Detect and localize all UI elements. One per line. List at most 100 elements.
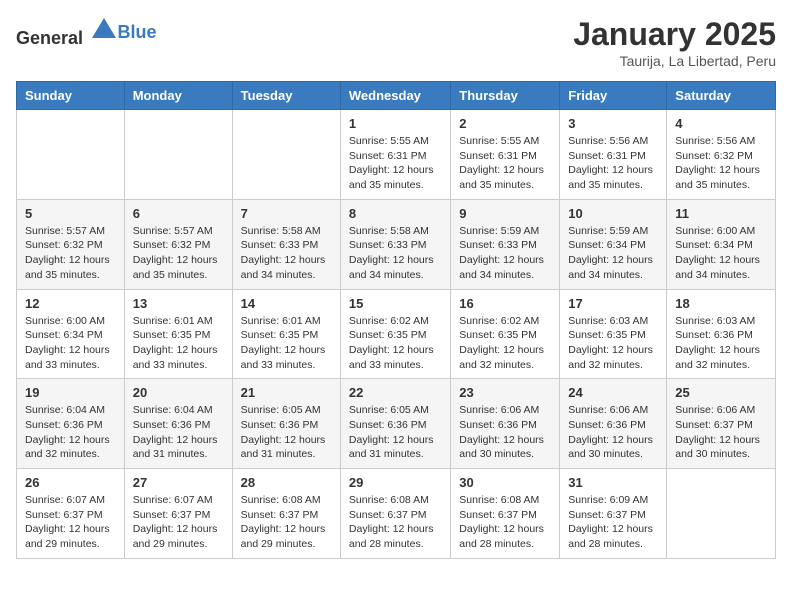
- calendar-cell: 13 Sunrise: 6:01 AM Sunset: 6:35 PM Dayli…: [124, 289, 232, 379]
- logo-icon: [90, 16, 118, 44]
- day-number: 5: [25, 206, 116, 221]
- day-info: Sunrise: 5:57 AM Sunset: 6:32 PM Dayligh…: [133, 224, 224, 283]
- calendar-cell: 11 Sunrise: 6:00 AM Sunset: 6:34 PM Dayli…: [667, 199, 776, 289]
- calendar-cell: 29 Sunrise: 6:08 AM Sunset: 6:37 PM Dayli…: [340, 469, 450, 559]
- day-info: Sunrise: 6:08 AM Sunset: 6:37 PM Dayligh…: [459, 493, 551, 552]
- calendar-cell: 17 Sunrise: 6:03 AM Sunset: 6:35 PM Dayli…: [560, 289, 667, 379]
- day-number: 30: [459, 475, 551, 490]
- day-number: 22: [349, 385, 442, 400]
- day-number: 13: [133, 296, 224, 311]
- calendar-cell: 27 Sunrise: 6:07 AM Sunset: 6:37 PM Dayli…: [124, 469, 232, 559]
- calendar-header-tuesday: Tuesday: [232, 82, 340, 110]
- day-info: Sunrise: 5:59 AM Sunset: 6:33 PM Dayligh…: [459, 224, 551, 283]
- day-info: Sunrise: 6:04 AM Sunset: 6:36 PM Dayligh…: [133, 403, 224, 462]
- title-block: January 2025 Taurija, La Libertad, Peru: [573, 16, 776, 69]
- day-info: Sunrise: 6:04 AM Sunset: 6:36 PM Dayligh…: [25, 403, 116, 462]
- day-number: 10: [568, 206, 658, 221]
- day-info: Sunrise: 6:03 AM Sunset: 6:35 PM Dayligh…: [568, 314, 658, 373]
- calendar-header-friday: Friday: [560, 82, 667, 110]
- calendar-week-row: 5 Sunrise: 5:57 AM Sunset: 6:32 PM Daylig…: [17, 199, 776, 289]
- calendar-cell: 2 Sunrise: 5:55 AM Sunset: 6:31 PM Daylig…: [451, 110, 560, 200]
- day-number: 11: [675, 206, 767, 221]
- day-info: Sunrise: 6:05 AM Sunset: 6:36 PM Dayligh…: [349, 403, 442, 462]
- day-number: 23: [459, 385, 551, 400]
- calendar-cell: 6Sunrise: 5:57 AM Sunset: 6:32 PM Daylig…: [124, 199, 232, 289]
- day-info: Sunrise: 6:02 AM Sunset: 6:35 PM Dayligh…: [459, 314, 551, 373]
- day-info: Sunrise: 6:06 AM Sunset: 6:37 PM Dayligh…: [675, 403, 767, 462]
- day-number: 14: [241, 296, 332, 311]
- day-number: 1: [349, 116, 442, 131]
- day-info: Sunrise: 6:07 AM Sunset: 6:37 PM Dayligh…: [133, 493, 224, 552]
- day-number: 26: [25, 475, 116, 490]
- day-info: Sunrise: 5:55 AM Sunset: 6:31 PM Dayligh…: [459, 134, 551, 193]
- day-info: Sunrise: 6:06 AM Sunset: 6:36 PM Dayligh…: [459, 403, 551, 462]
- day-number: 24: [568, 385, 658, 400]
- day-info: Sunrise: 6:00 AM Sunset: 6:34 PM Dayligh…: [675, 224, 767, 283]
- day-number: 15: [349, 296, 442, 311]
- calendar-header-row: SundayMondayTuesdayWednesdayThursdayFrid…: [17, 82, 776, 110]
- calendar-table: SundayMondayTuesdayWednesdayThursdayFrid…: [16, 81, 776, 559]
- day-number: 8: [349, 206, 442, 221]
- day-info: Sunrise: 6:03 AM Sunset: 6:36 PM Dayligh…: [675, 314, 767, 373]
- logo: General Blue: [16, 16, 157, 49]
- calendar-cell: 1 Sunrise: 5:55 AM Sunset: 6:31 PM Daylig…: [340, 110, 450, 200]
- calendar-cell: 15 Sunrise: 6:02 AM Sunset: 6:35 PM Dayli…: [340, 289, 450, 379]
- day-number: 27: [133, 475, 224, 490]
- day-number: 3: [568, 116, 658, 131]
- calendar-cell: 9 Sunrise: 5:59 AM Sunset: 6:33 PM Daylig…: [451, 199, 560, 289]
- day-info: Sunrise: 5:57 AM Sunset: 6:32 PM Dayligh…: [25, 224, 116, 283]
- calendar-header-monday: Monday: [124, 82, 232, 110]
- day-number: 31: [568, 475, 658, 490]
- calendar-cell: 28 Sunrise: 6:08 AM Sunset: 6:37 PM Dayli…: [232, 469, 340, 559]
- day-number: 17: [568, 296, 658, 311]
- calendar-cell: [17, 110, 125, 200]
- day-info: Sunrise: 6:05 AM Sunset: 6:36 PM Dayligh…: [241, 403, 332, 462]
- calendar-cell: 31 Sunrise: 6:09 AM Sunset: 6:37 PM Dayli…: [560, 469, 667, 559]
- calendar-cell: 19Sunrise: 6:04 AM Sunset: 6:36 PM Dayli…: [17, 379, 125, 469]
- calendar-cell: 5 Sunrise: 5:57 AM Sunset: 6:32 PM Daylig…: [17, 199, 125, 289]
- calendar-cell: 23 Sunrise: 6:06 AM Sunset: 6:36 PM Dayli…: [451, 379, 560, 469]
- calendar-cell: 12Sunrise: 6:00 AM Sunset: 6:34 PM Dayli…: [17, 289, 125, 379]
- calendar-cell: 26 Sunrise: 6:07 AM Sunset: 6:37 PM Dayli…: [17, 469, 125, 559]
- logo-text-general: General: [16, 28, 83, 48]
- day-info: Sunrise: 6:09 AM Sunset: 6:37 PM Dayligh…: [568, 493, 658, 552]
- calendar-cell: 22 Sunrise: 6:05 AM Sunset: 6:36 PM Dayli…: [340, 379, 450, 469]
- day-number: 9: [459, 206, 551, 221]
- day-info: Sunrise: 5:58 AM Sunset: 6:33 PM Dayligh…: [349, 224, 442, 283]
- calendar-cell: 7Sunrise: 5:58 AM Sunset: 6:33 PM Daylig…: [232, 199, 340, 289]
- calendar-cell: 24 Sunrise: 6:06 AM Sunset: 6:36 PM Dayli…: [560, 379, 667, 469]
- calendar-week-row: 19Sunrise: 6:04 AM Sunset: 6:36 PM Dayli…: [17, 379, 776, 469]
- calendar-cell: 20 Sunrise: 6:04 AM Sunset: 6:36 PM Dayli…: [124, 379, 232, 469]
- calendar-cell: [232, 110, 340, 200]
- day-info: Sunrise: 5:59 AM Sunset: 6:34 PM Dayligh…: [568, 224, 658, 283]
- day-info: Sunrise: 5:56 AM Sunset: 6:32 PM Dayligh…: [675, 134, 767, 193]
- calendar-cell: 30 Sunrise: 6:08 AM Sunset: 6:37 PM Dayli…: [451, 469, 560, 559]
- calendar-week-row: 26 Sunrise: 6:07 AM Sunset: 6:37 PM Dayli…: [17, 469, 776, 559]
- day-info: Sunrise: 6:07 AM Sunset: 6:37 PM Dayligh…: [25, 493, 116, 552]
- calendar-cell: 25 Sunrise: 6:06 AM Sunset: 6:37 PM Dayli…: [667, 379, 776, 469]
- day-info: Sunrise: 6:00 AM Sunset: 6:34 PM Dayligh…: [25, 314, 116, 373]
- calendar-cell: 3 Sunrise: 5:56 AM Sunset: 6:31 PM Daylig…: [560, 110, 667, 200]
- calendar-cell: [667, 469, 776, 559]
- day-info: Sunrise: 6:08 AM Sunset: 6:37 PM Dayligh…: [241, 493, 332, 552]
- day-number: 29: [349, 475, 442, 490]
- day-number: 2: [459, 116, 551, 131]
- day-number: 28: [241, 475, 332, 490]
- calendar-cell: 10 Sunrise: 5:59 AM Sunset: 6:34 PM Dayli…: [560, 199, 667, 289]
- logo-text-blue: Blue: [118, 22, 157, 42]
- calendar-cell: 16Sunrise: 6:02 AM Sunset: 6:35 PM Dayli…: [451, 289, 560, 379]
- day-info: Sunrise: 6:02 AM Sunset: 6:35 PM Dayligh…: [349, 314, 442, 373]
- calendar-cell: 21 Sunrise: 6:05 AM Sunset: 6:36 PM Dayli…: [232, 379, 340, 469]
- day-info: Sunrise: 5:56 AM Sunset: 6:31 PM Dayligh…: [568, 134, 658, 193]
- calendar-subtitle: Taurija, La Libertad, Peru: [573, 53, 776, 69]
- day-info: Sunrise: 6:06 AM Sunset: 6:36 PM Dayligh…: [568, 403, 658, 462]
- day-info: Sunrise: 6:01 AM Sunset: 6:35 PM Dayligh…: [133, 314, 224, 373]
- day-info: Sunrise: 6:08 AM Sunset: 6:37 PM Dayligh…: [349, 493, 442, 552]
- day-number: 25: [675, 385, 767, 400]
- day-number: 20: [133, 385, 224, 400]
- calendar-header-wednesday: Wednesday: [340, 82, 450, 110]
- day-info: Sunrise: 5:55 AM Sunset: 6:31 PM Dayligh…: [349, 134, 442, 193]
- calendar-cell: 4Sunrise: 5:56 AM Sunset: 6:32 PM Daylig…: [667, 110, 776, 200]
- calendar-cell: 18Sunrise: 6:03 AM Sunset: 6:36 PM Dayli…: [667, 289, 776, 379]
- day-number: 21: [241, 385, 332, 400]
